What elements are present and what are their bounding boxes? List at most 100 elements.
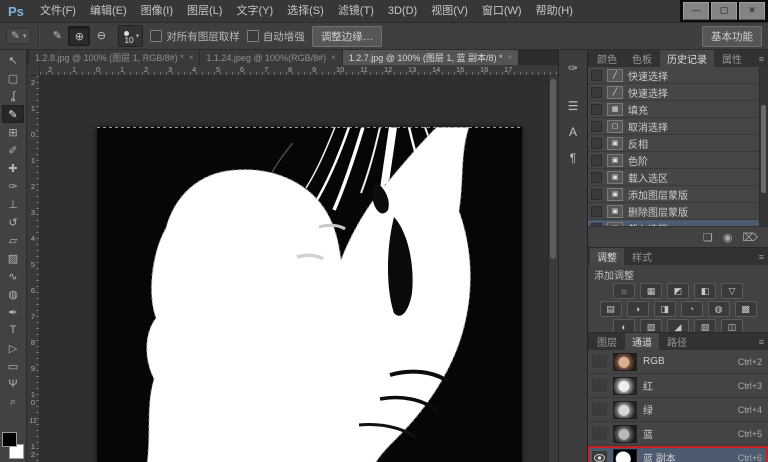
menu-item[interactable]: 文字(Y) — [229, 0, 280, 22]
menu-item[interactable]: 图层(L) — [180, 0, 229, 22]
scrollbar-thumb[interactable] — [761, 105, 766, 193]
canvas-artwork[interactable] — [97, 127, 522, 462]
menu-item[interactable]: 3D(D) — [381, 0, 424, 22]
history-source-well[interactable] — [591, 104, 602, 115]
tool-button[interactable]: ✐ — [2, 141, 24, 159]
history-source-well[interactable] — [591, 138, 602, 149]
vertical-ruler[interactable]: 210123456789101112 — [27, 76, 40, 462]
history-source-well[interactable] — [591, 172, 602, 183]
tool-button[interactable]: ✎ — [2, 105, 24, 123]
tool-button[interactable]: ⊞ — [2, 123, 24, 141]
adjustment-icon[interactable]: ▩ — [735, 301, 757, 317]
brush-size-picker[interactable]: 10 ▾ — [118, 25, 143, 47]
adjustment-icon[interactable]: ◍ — [708, 301, 730, 317]
panel-menu-icon[interactable]: ≡ — [759, 248, 768, 265]
panel-tab[interactable]: 历史记录 — [660, 50, 714, 67]
panel-menu-icon[interactable]: ≡ — [759, 333, 768, 350]
tool-button[interactable]: ▭ — [2, 357, 24, 375]
history-state-row[interactable]: ▦ 填充 — [588, 101, 768, 118]
refine-edge-button[interactable]: 调整边缘… — [312, 26, 383, 47]
window-control-button[interactable]: ✕ — [739, 2, 765, 20]
panel-tab[interactable]: 属性 — [715, 50, 749, 67]
tool-button[interactable]: ✚ — [2, 159, 24, 177]
close-icon[interactable]: × — [507, 53, 512, 62]
document-tab[interactable]: 1.2.7.jpg @ 100% (图层 1, 蓝 副本/8) * × — [343, 50, 518, 65]
tool-button[interactable]: ▷ — [2, 339, 24, 357]
menu-item[interactable]: 选择(S) — [280, 0, 331, 22]
adjustment-icon[interactable]: ▤ — [600, 301, 622, 317]
history-state-row[interactable]: ▢ 取消选择 — [588, 118, 768, 135]
history-state-row[interactable]: ▣ 载入选区 — [588, 169, 768, 186]
channel-row[interactable]: RGB Ctrl+2 — [588, 350, 768, 374]
adjustment-icon[interactable]: ☼ — [613, 283, 635, 299]
tool-button[interactable]: ⊥ — [2, 195, 24, 213]
window-control-button[interactable]: ▢ — [711, 2, 737, 20]
channel-row[interactable]: 绿 Ctrl+4 — [588, 398, 768, 422]
tool-button[interactable]: ⌕ — [2, 393, 24, 411]
workspace-switcher-button[interactable]: 基本功能 — [702, 26, 762, 47]
history-source-well[interactable] — [591, 155, 602, 166]
collapsed-panel-icon[interactable]: ¶ — [562, 148, 584, 168]
adjustment-icon[interactable]: ▦ — [640, 283, 662, 299]
document-tab[interactable]: 1.2.8.jpg @ 100% (图层 1, RGB/8#) * × — [29, 50, 199, 65]
tool-button[interactable]: ◍ — [2, 285, 24, 303]
tool-button[interactable]: ʆ — [2, 87, 24, 105]
collapsed-panel-icon[interactable]: A — [562, 122, 584, 142]
tool-button[interactable]: ✒ — [2, 303, 24, 321]
menu-item[interactable]: 窗口(W) — [475, 0, 529, 22]
panel-menu-icon[interactable]: ≡ — [759, 50, 768, 67]
menu-item[interactable]: 文件(F) — [33, 0, 83, 22]
history-source-well[interactable] — [591, 70, 602, 81]
close-icon[interactable]: × — [331, 53, 336, 62]
history-state-row[interactable]: ▣ 反相 — [588, 135, 768, 152]
horizontal-ruler[interactable]: 2101234567891011121314151617 — [40, 65, 558, 76]
history-scrollbar[interactable] — [759, 67, 768, 226]
tool-button[interactable]: ▢ — [2, 69, 24, 87]
panel-tab[interactable]: 图层 — [590, 333, 624, 350]
history-source-well[interactable] — [591, 223, 602, 227]
menu-item[interactable]: 图像(I) — [134, 0, 180, 22]
history-source-well[interactable] — [591, 189, 602, 200]
menu-item[interactable]: 帮助(H) — [529, 0, 580, 22]
tool-button[interactable]: ↖ — [2, 51, 24, 69]
tool-button[interactable]: ▨ — [2, 249, 24, 267]
tool-button[interactable]: ✑ — [2, 177, 24, 195]
auto-enhance-checkbox[interactable]: 自动增强 — [247, 29, 305, 44]
history-state-row[interactable]: ▣ 色阶 — [588, 152, 768, 169]
history-state-row[interactable]: ▣ 添加图层蒙版 — [588, 186, 768, 203]
visibility-toggle[interactable] — [592, 451, 607, 462]
foreground-color-swatch[interactable] — [2, 432, 17, 447]
canvas-viewport[interactable] — [40, 76, 558, 462]
history-source-well[interactable] — [591, 87, 602, 98]
panel-tab[interactable]: 通道 — [625, 333, 659, 350]
visibility-toggle[interactable] — [592, 427, 607, 440]
collapsed-panel-icon[interactable]: ☰ — [562, 96, 584, 116]
adjustment-icon[interactable]: ◧ — [694, 283, 716, 299]
selection-mode-button[interactable]: ⊖ — [91, 26, 111, 44]
tool-preset-picker[interactable]: ✎ ▾ — [6, 28, 31, 44]
menu-item[interactable]: 视图(V) — [424, 0, 475, 22]
close-icon[interactable]: × — [189, 53, 194, 62]
selection-mode-button[interactable]: ⊕ — [68, 26, 90, 46]
panel-tab[interactable]: 色板 — [625, 50, 659, 67]
history-footer-icon[interactable]: ◉ — [723, 231, 733, 244]
collapsed-panel-icon[interactable]: ✑ — [562, 58, 584, 78]
panel-tab[interactable]: 样式 — [625, 248, 659, 265]
channel-row[interactable]: 蓝 副本 Ctrl+6 — [588, 446, 768, 462]
channel-row[interactable]: 红 Ctrl+3 — [588, 374, 768, 398]
history-source-well[interactable] — [591, 206, 602, 217]
sample-all-layers-checkbox[interactable]: 对所有图层取样 — [150, 29, 240, 44]
document-tab[interactable]: 1.1.24.jpeg @ 100%(RGB/8#) × — [200, 50, 341, 65]
adjustment-icon[interactable]: ◨ — [654, 301, 676, 317]
history-footer-icon[interactable]: ❏ — [703, 231, 713, 244]
visibility-toggle[interactable] — [592, 379, 607, 392]
tool-button[interactable]: ▱ — [2, 231, 24, 249]
history-state-row[interactable]: ╱ 快速选择 — [588, 84, 768, 101]
tool-button[interactable]: ↺ — [2, 213, 24, 231]
window-control-button[interactable]: — — [683, 2, 709, 20]
menu-item[interactable]: 编辑(E) — [83, 0, 134, 22]
visibility-toggle[interactable] — [592, 355, 607, 368]
scrollbar-thumb[interactable] — [550, 79, 556, 259]
visibility-toggle[interactable] — [592, 403, 607, 416]
menu-item[interactable]: 滤镜(T) — [331, 0, 381, 22]
